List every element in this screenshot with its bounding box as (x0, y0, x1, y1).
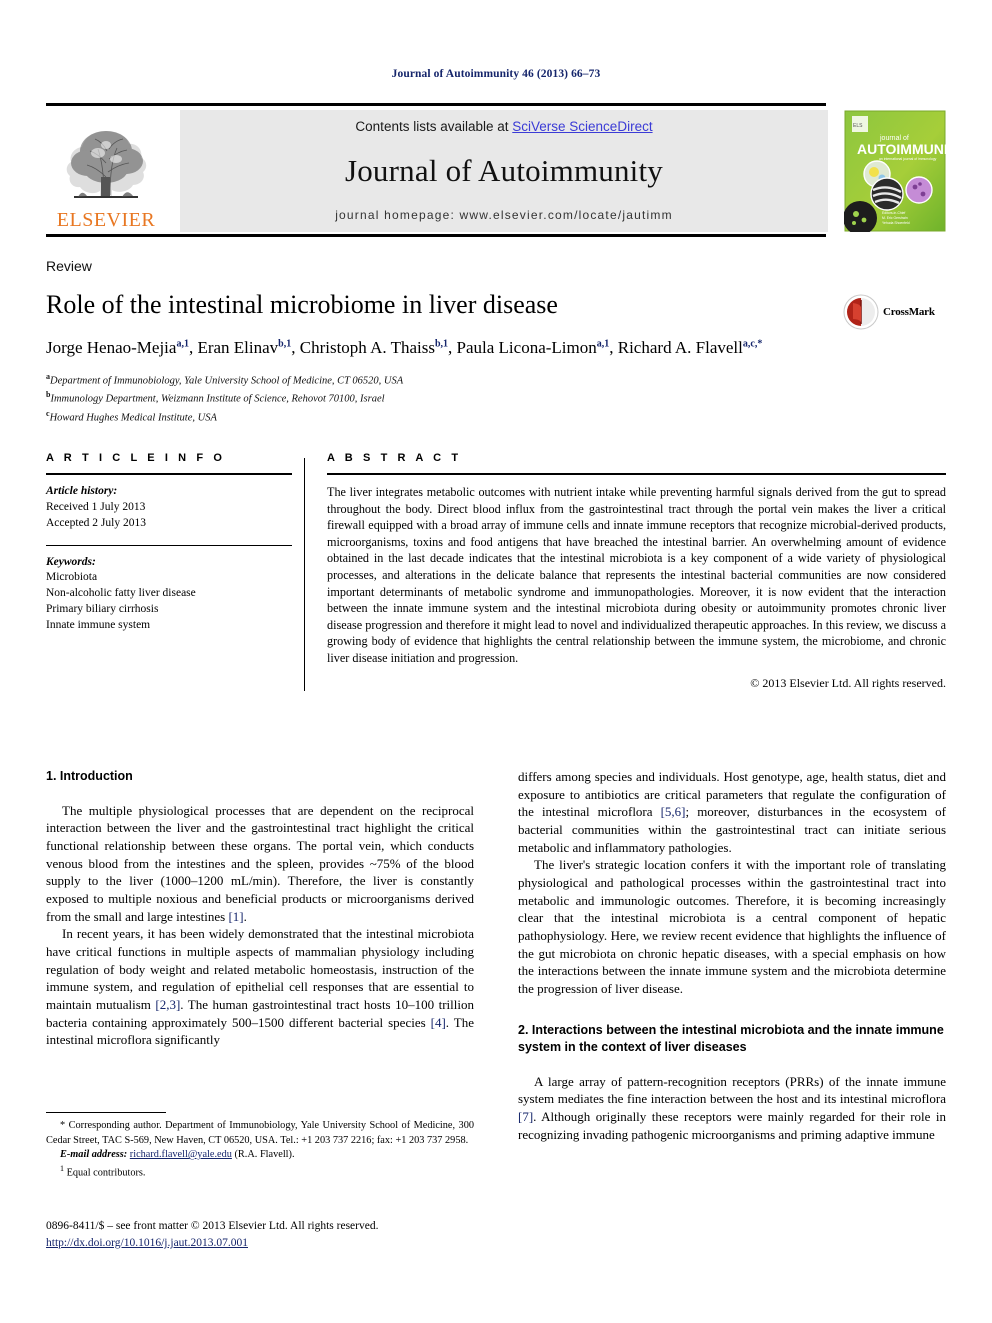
keywords-label: Keywords: (46, 555, 96, 568)
journal-homepage-line[interactable]: journal homepage: www.elsevier.com/locat… (335, 208, 673, 222)
article-type: Review (46, 258, 92, 274)
article-info-rule (46, 473, 292, 475)
article-history-group: Article history: Received 1 July 2013 Ac… (46, 484, 292, 532)
abstract-rule (327, 473, 946, 475)
svg-text:an international journal of im: an international journal of immunology (879, 157, 937, 161)
elsevier-wordmark: ELSEVIER (56, 209, 156, 231)
body-column-right: differs among species and individuals. H… (518, 768, 946, 1198)
svg-text:Editors-in-Chief: Editors-in-Chief (882, 211, 905, 215)
affiliation-text: Department of Immunobiology, Yale Univer… (50, 375, 404, 387)
body-paragraph: In recent years, it has been widely demo… (46, 925, 474, 1049)
sciencedirect-link[interactable]: SciVerse ScienceDirect (512, 119, 652, 134)
citation-ref[interactable]: [4] (431, 1015, 446, 1030)
colophon: 0896-8411/$ – see front matter © 2013 El… (46, 1218, 546, 1251)
footnote-marker: * (60, 1120, 66, 1131)
affiliation-item: cHoward Hughes Medical Institute, USA (46, 408, 946, 427)
masthead-top-rule (46, 103, 826, 106)
keyword-item: Microbiota (46, 571, 98, 584)
email-link[interactable]: richard.flavell@yale.edu (130, 1149, 232, 1160)
info-abstract-block: A R T I C L E I N F O Article history: R… (46, 452, 946, 691)
crossmark-badge[interactable]: CrossMark (843, 292, 943, 332)
author-list: Jorge Henao-Mejiaa,1, Eran Elinavb,1, Ch… (46, 337, 763, 357)
doi-link[interactable]: http://dx.doi.org/10.1016/j.jaut.2013.07… (46, 1237, 248, 1249)
paragraph-text: A large array of pattern-recognition rec… (518, 1073, 946, 1107)
keyword-item: Innate immune system (46, 619, 151, 632)
abstract-column: A B S T R A C T The liver integrates met… (327, 452, 946, 691)
journal-masthead: ELSEVIER Contents lists available at Sci… (46, 103, 966, 235)
keywords-group: Keywords: Microbiota Non-alcoholic fatty… (46, 555, 292, 634)
vertical-divider (304, 458, 305, 691)
footnote-email: E-mail address: richard.flavell@yale.edu… (46, 1148, 474, 1163)
abstract-copyright: © 2013 Elsevier Ltd. All rights reserved… (750, 675, 946, 690)
svg-text:AUTOIMMUNITY: AUTOIMMUNITY (857, 141, 946, 157)
masthead-bottom-rule (46, 234, 826, 237)
svg-text:ELS: ELS (853, 123, 863, 129)
title-block: Review Role of the intestinal microbiome… (46, 258, 946, 427)
body-paragraph: A large array of pattern-recognition rec… (518, 1073, 946, 1144)
page-title: Role of the intestinal microbiome in liv… (46, 290, 558, 319)
article-info-heading: A R T I C L E I N F O (46, 452, 226, 464)
contents-lists-prefix: Contents lists available at (355, 119, 513, 134)
crossmark-icon (843, 294, 879, 330)
citation-ref[interactable]: [2,3] (155, 997, 180, 1012)
svg-text:M. Eric Gershwin: M. Eric Gershwin (882, 216, 908, 220)
journal-title: Journal of Autoimmunity (344, 153, 664, 188)
abstract-heading: A B S T R A C T (327, 452, 462, 464)
body-paragraph: The multiple physiological processes tha… (46, 802, 474, 926)
footnote-marker: 1 (60, 1163, 64, 1173)
footnote-rule (46, 1112, 166, 1113)
paper-page: Journal of Autoimmunity 46 (2013) 66–73 (0, 0, 992, 1323)
affiliation-item: bImmunology Department, Weizmann Institu… (46, 389, 946, 408)
paragraph-text: . Although originally these receptors we… (518, 1109, 946, 1142)
article-history-accepted: Accepted 2 July 2013 (46, 516, 146, 529)
abstract-text: The liver integrates metabolic outcomes … (327, 485, 946, 665)
paragraph-text: . (243, 908, 247, 924)
article-info-separator (46, 544, 292, 546)
body-paragraph: differs among species and individuals. H… (518, 768, 946, 856)
section-heading-introduction: 1. Introduction (46, 769, 133, 783)
affiliation-item: aDepartment of Immunobiology, Yale Unive… (46, 371, 946, 390)
journal-cover-thumbnail: ELS journal of AUTOIMMUNITY an internati… (843, 110, 966, 235)
elsevier-tree-icon (66, 131, 147, 198)
footnote-equal-contributors: 1 Equal contributors. (46, 1163, 474, 1181)
svg-text:Yehuda Shoenfeld: Yehuda Shoenfeld (882, 221, 910, 225)
citation-ref[interactable]: [5,6] (661, 804, 686, 819)
keyword-item: Non-alcoholic fatty liver disease (46, 587, 196, 600)
body-paragraph: The liver's strategic location confers i… (518, 857, 946, 997)
contents-lists-line: Contents lists available at SciVerse Sci… (355, 119, 652, 134)
issn-line: 0896-8411/$ – see front matter © 2013 El… (46, 1220, 379, 1232)
footnote-email-label: E-mail address: (60, 1149, 128, 1161)
elsevier-logo: ELSEVIER (46, 110, 166, 232)
citation-ref[interactable]: [7] (518, 1109, 533, 1124)
keyword-item: Primary biliary cirrhosis (46, 603, 159, 616)
footnote-text: Equal contributors. (66, 1167, 146, 1179)
affiliation-text: Howard Hughes Medical Institute, USA (49, 412, 217, 424)
footnote-corresponding-author: * Corresponding author. Department of Im… (46, 1119, 474, 1148)
journal-banner: Contents lists available at SciVerse Sci… (180, 110, 828, 232)
crossmark-label: CrossMark (883, 306, 935, 318)
footnote-block: * Corresponding author. Department of Im… (46, 1112, 474, 1181)
footnote-email-suffix: (R.A. Flavell). (234, 1149, 295, 1161)
citation-ref[interactable]: [1] (228, 909, 243, 924)
paragraph-text: The multiple physiological processes tha… (46, 802, 474, 924)
article-history-received: Received 1 July 2013 (46, 500, 146, 513)
journal-cover-image: ELS journal of AUTOIMMUNITY an internati… (843, 110, 966, 235)
article-history-label: Article history: (46, 485, 118, 497)
running-head: Journal of Autoimmunity 46 (2013) 66–73 (391, 68, 601, 80)
article-info-column: A R T I C L E I N F O Article history: R… (46, 452, 304, 691)
affiliation-text: Immunology Department, Weizmann Institut… (50, 393, 385, 405)
section-heading-interactions: 2. Interactions between the intestinal m… (518, 1022, 944, 1055)
affiliation-list: aDepartment of Immunobiology, Yale Unive… (46, 371, 946, 427)
footnote-text: Corresponding author. Department of Immu… (46, 1120, 474, 1146)
